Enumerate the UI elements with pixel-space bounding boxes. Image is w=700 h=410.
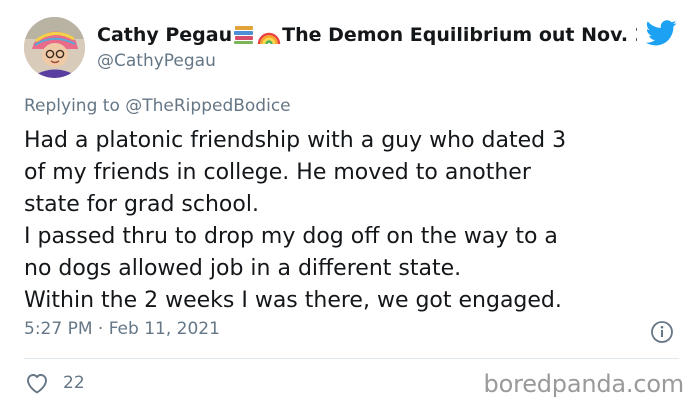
avatar[interactable] (24, 17, 85, 78)
avatar-image (24, 17, 85, 78)
books-icon (233, 25, 255, 45)
twitter-bird-icon[interactable] (646, 20, 677, 46)
author-handle[interactable]: @CathyPegau (97, 51, 216, 71)
tweet-card: Cathy Pegau The Demon Equilibrium out No… (0, 0, 700, 410)
display-name[interactable]: Cathy Pegau (97, 24, 232, 46)
info-icon[interactable] (650, 320, 674, 344)
like-count: 22 (63, 373, 85, 393)
like-button[interactable]: 22 (25, 372, 85, 394)
heart-icon (27, 374, 47, 394)
rainbow-icon (257, 25, 281, 45)
author-name-row[interactable]: Cathy Pegau The Demon Equilibrium out No… (97, 22, 637, 48)
replying-to-label: Replying to (24, 96, 126, 116)
replying-to: Replying to @TheRippedBodice (24, 96, 291, 116)
tweet-text: Had a platonic friendship with a guy who… (24, 128, 567, 313)
display-name-suffix[interactable]: The Demon Equilibrium out Nov. 2 (282, 24, 637, 46)
divider (24, 358, 679, 359)
tweet-timestamp[interactable]: 5:27 PM · Feb 11, 2021 (24, 319, 220, 339)
replying-to-link[interactable]: @TheRippedBodice (125, 96, 290, 116)
watermark: boredpanda.com (483, 370, 685, 398)
